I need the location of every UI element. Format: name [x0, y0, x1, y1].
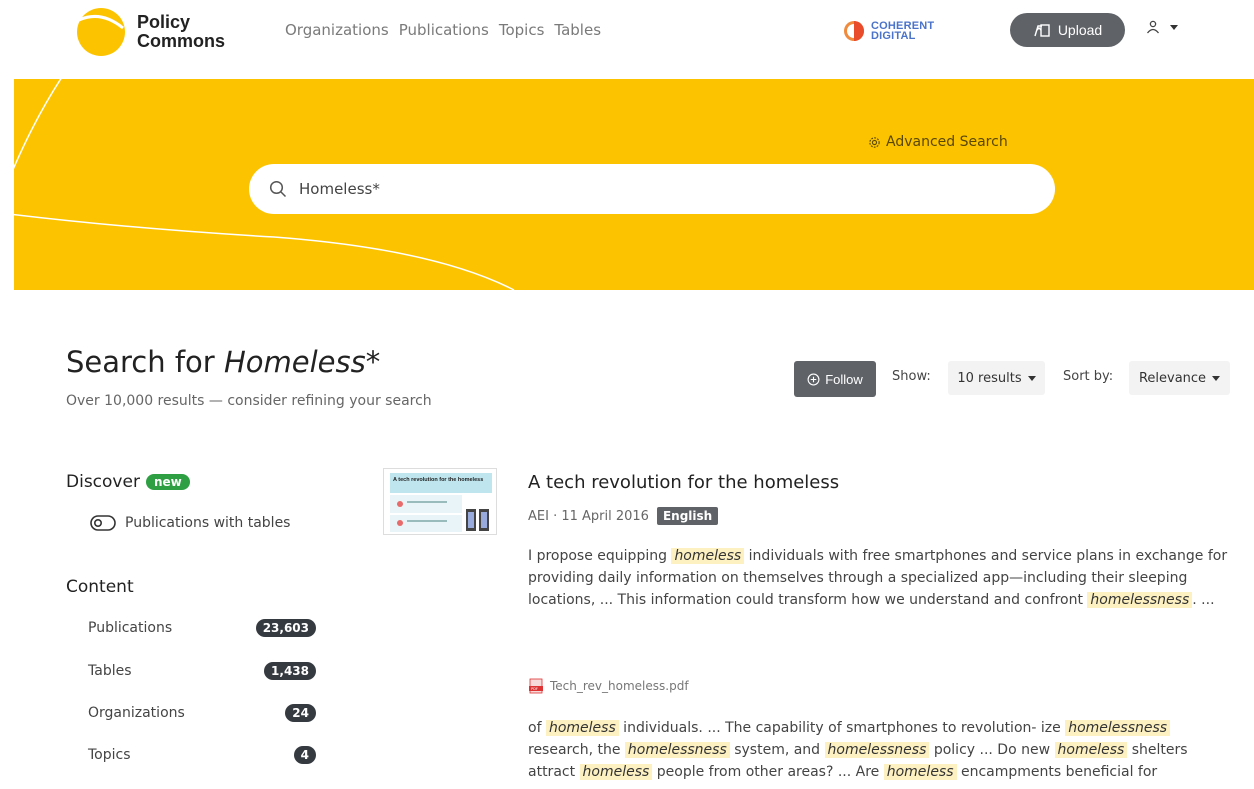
snippet-text: system, and [729, 742, 825, 758]
highlight-term: homelessness [824, 742, 930, 758]
results-per-page-select[interactable]: 10 results [948, 361, 1045, 395]
snippet-text: . ... [1192, 592, 1215, 608]
sort-by-value: Relevance [1138, 370, 1207, 386]
result-title-link[interactable]: A tech revolution for the homeless [528, 472, 839, 493]
main-nav: Organizations Publications Topics Tables [285, 21, 601, 39]
follow-button[interactable]: Follow [794, 361, 876, 397]
top-header: Policy Commons Organizations Publication… [0, 0, 1254, 78]
logo-line-1: Policy [137, 12, 191, 32]
title-prefix: Search for [66, 345, 224, 379]
discover-heading: Discover new [66, 472, 190, 492]
partner-line-2: DIGITAL [871, 30, 916, 42]
coherent-digital-logo[interactable]: COHERENT DIGITAL [843, 20, 934, 42]
count-badge: 1,438 [264, 662, 316, 680]
snippet-text: research, the [528, 742, 625, 758]
facet-label: Publications [88, 620, 173, 636]
facet-tables[interactable]: Tables 1,438 [88, 662, 316, 680]
highlight-term: homeless [883, 764, 957, 780]
search-input[interactable] [299, 180, 999, 198]
new-badge: new [145, 474, 190, 490]
facet-publications[interactable]: Publications 23,603 [88, 619, 316, 637]
plus-circle-icon [807, 373, 820, 385]
pdf-filename: Tech_rev_homeless.pdf [550, 679, 689, 693]
logo-icon [75, 6, 127, 58]
svg-text:PDF: PDF [531, 687, 538, 691]
title-query: Homeless* [223, 345, 381, 379]
count-badge: 4 [293, 746, 316, 764]
gear-icon [869, 136, 880, 148]
facet-organizations[interactable]: Organizations 24 [88, 704, 316, 722]
result-meta: AEI · 11 April 2016 English [528, 507, 719, 525]
snippet-text: individuals. ... The capability of smart… [618, 720, 1066, 736]
result-snippet-1: I propose equipping homeless individuals… [528, 545, 1228, 611]
highlight-term: homelessness [1087, 592, 1193, 608]
show-label: Show: [892, 369, 931, 384]
upload-label: Upload [1057, 22, 1103, 38]
toggle-label: Publications with tables [125, 515, 291, 531]
follow-label: Follow [825, 371, 863, 387]
result-thumbnail[interactable]: A tech revolution for the homeless [383, 468, 497, 535]
snippet-text: policy ... Do new [929, 742, 1055, 758]
highlight-term: homeless [545, 720, 619, 736]
highlight-term: homeless [671, 548, 745, 564]
snippet-text: encampments beneficial for [956, 764, 1158, 780]
content-heading: Content [66, 577, 134, 597]
sort-by-select[interactable]: Relevance [1129, 361, 1230, 395]
publications-with-tables-toggle[interactable]: Publications with tables [90, 515, 290, 531]
user-menu[interactable] [1146, 20, 1178, 34]
user-icon [1146, 20, 1160, 34]
upload-icon [1034, 24, 1050, 37]
search-icon [269, 180, 287, 198]
search-bar[interactable] [249, 164, 1055, 214]
nav-tables[interactable]: Tables [554, 21, 601, 39]
discover-title: Discover [66, 472, 140, 492]
toggle-icon [90, 515, 116, 531]
count-badge: 24 [285, 704, 316, 722]
pdf-file-icon: PDF [529, 678, 543, 694]
facet-label: Topics [88, 747, 131, 763]
policy-commons-logo[interactable]: Policy Commons [75, 6, 225, 58]
highlight-term: homelessness [1065, 720, 1171, 736]
facet-topics[interactable]: Topics 4 [88, 746, 316, 764]
upload-button[interactable]: Upload [1010, 13, 1125, 47]
nav-publications[interactable]: Publications [399, 21, 489, 39]
snippet-text: people from other areas? ... Are [652, 764, 884, 780]
advanced-search-link[interactable]: Advanced Search [868, 134, 1008, 150]
pdf-attachment-link[interactable]: PDF Tech_rev_homeless.pdf [528, 678, 689, 694]
coherent-digital-icon [844, 21, 864, 41]
result-snippet-2: of homeless individuals. ... The capabil… [528, 717, 1228, 783]
advanced-search-label: Advanced Search [886, 134, 1008, 150]
search-hero: Advanced Search [14, 79, 1254, 290]
snippet-text: of [528, 720, 546, 736]
logo-text: Policy Commons [137, 13, 225, 51]
snippet-text: I propose equipping [528, 548, 672, 564]
highlight-term: homeless [1054, 742, 1128, 758]
results-per-page-value: 10 results [957, 370, 1022, 386]
facet-label: Organizations [88, 705, 185, 721]
facet-label: Tables [88, 663, 132, 679]
page-title: Search for Homeless* [66, 345, 380, 379]
thumbnail-image: A tech revolution for the homeless [384, 469, 496, 534]
nav-topics[interactable]: Topics [499, 21, 545, 39]
highlight-term: homelessness [624, 742, 730, 758]
chevron-down-icon [1212, 375, 1221, 381]
thumbnail-title: A tech revolution for the homeless [393, 477, 483, 483]
language-badge: English [656, 507, 719, 525]
nav-organizations[interactable]: Organizations [285, 21, 389, 39]
chevron-down-icon [1170, 24, 1178, 30]
logo-line-2: Commons [137, 31, 226, 51]
results-count-text: Over 10,000 results — consider refining … [66, 393, 432, 409]
sort-label: Sort by: [1063, 369, 1114, 384]
chevron-down-icon [1027, 375, 1036, 381]
highlight-term: homeless [579, 764, 653, 780]
count-badge: 23,603 [255, 619, 316, 637]
result-source-date: AEI · 11 April 2016 [528, 508, 649, 524]
